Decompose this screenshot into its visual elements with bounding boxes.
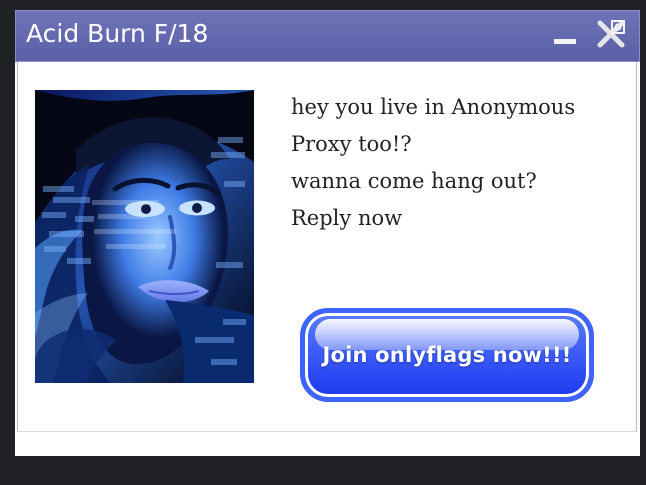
profile-photo-art bbox=[35, 90, 254, 383]
join-button-label: Join onlyflags now!!! bbox=[322, 343, 572, 367]
message-line: hey you live in Anonymous bbox=[291, 95, 576, 119]
close-icon[interactable] bbox=[596, 19, 626, 49]
profile-photo bbox=[35, 90, 254, 383]
popup-bottom-strip bbox=[15, 433, 640, 456]
message-line: wanna come hang out? bbox=[291, 169, 537, 193]
minimize-icon[interactable] bbox=[554, 39, 576, 44]
message-line: Reply now bbox=[291, 206, 403, 230]
message-line: Proxy too!? bbox=[291, 132, 412, 156]
popup-content: hey you live in Anonymous Proxy too!? wa… bbox=[17, 62, 637, 432]
message-text: hey you live in Anonymous Proxy too!? wa… bbox=[291, 89, 636, 237]
chat-popup: Acid Burn F/18 hey you live in Anonymous… bbox=[15, 10, 640, 456]
join-button[interactable]: Join onlyflags now!!! bbox=[300, 308, 594, 402]
popup-title: Acid Burn F/18 bbox=[26, 19, 209, 48]
popup-titlebar: Acid Burn F/18 bbox=[15, 10, 640, 62]
